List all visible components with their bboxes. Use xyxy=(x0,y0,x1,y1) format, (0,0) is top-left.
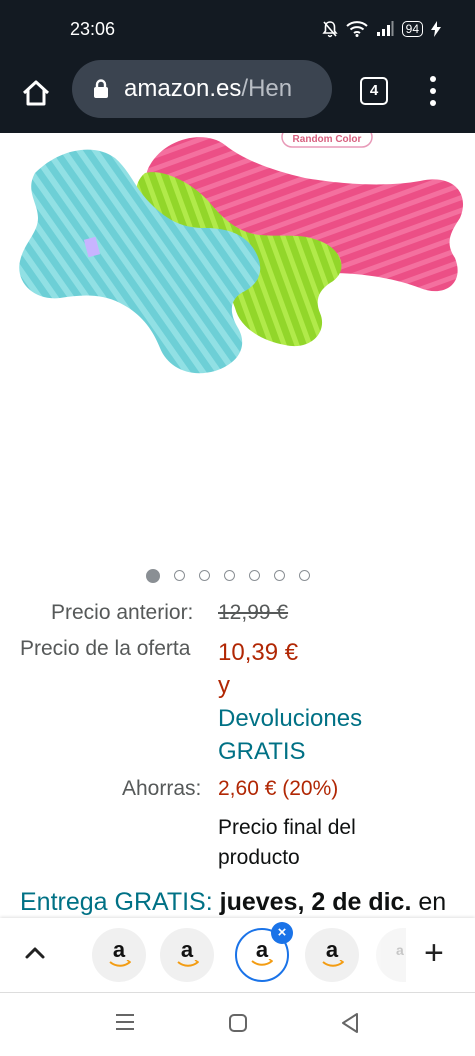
free-returns-link-line1[interactable]: Devoluciones xyxy=(218,702,362,735)
home-square-icon[interactable] xyxy=(228,1013,248,1033)
chevron-up-icon[interactable] xyxy=(24,946,46,960)
mute-bell-icon xyxy=(322,21,338,38)
tab-strip: a a a × a a + xyxy=(0,918,475,993)
deal-price-value: 10,39 € xyxy=(218,639,299,666)
carousel-dot[interactable] xyxy=(274,570,285,581)
amazon-smile-icon xyxy=(177,960,199,967)
browser-toolbar: amazon.es/Hen 4 xyxy=(0,60,475,133)
status-bar: 23:06 94 xyxy=(0,0,475,60)
recents-menu-icon[interactable] xyxy=(114,1013,136,1031)
delivery-info: Entrega GRATIS: jueves, 2 de dic. en xyxy=(20,888,446,917)
savings-label: Ahorras: xyxy=(122,777,202,800)
and-text: y xyxy=(218,672,230,699)
final-price-note-line1: Precio final del xyxy=(218,816,356,839)
tab-thumbnail[interactable]: a xyxy=(305,928,359,982)
battery-level: 94 xyxy=(401,21,423,37)
home-icon[interactable] xyxy=(18,75,54,111)
free-delivery-link[interactable]: Entrega GRATIS: xyxy=(20,888,213,916)
amazon-smile-icon xyxy=(322,960,344,967)
product-image[interactable]: Random Color xyxy=(0,126,475,563)
amazon-smile-icon xyxy=(251,959,273,966)
carousel-dot[interactable] xyxy=(224,570,235,581)
dog-toy-bones-image: Random Color xyxy=(19,126,464,374)
system-nav-bar xyxy=(0,993,475,1056)
delivery-suffix: en xyxy=(411,888,447,916)
tab-switcher-button[interactable]: 4 xyxy=(360,77,388,105)
final-price-note-line2: producto xyxy=(218,846,300,869)
deal-price-block: 10,39 € y Devoluciones GRATIS xyxy=(218,636,362,768)
charging-bolt-icon xyxy=(431,21,441,37)
tab-thumbnail[interactable]: a xyxy=(92,928,146,982)
tab-letter: a xyxy=(396,942,404,958)
status-icons: 94 xyxy=(322,20,441,38)
new-tab-icon[interactable]: + xyxy=(424,936,444,970)
tab-thumbnail-partial[interactable]: a xyxy=(376,928,406,982)
status-time: 23:06 xyxy=(70,19,116,39)
address-bar[interactable]: amazon.es/Hen xyxy=(72,60,332,118)
savings-value: 2,60 € (20%) xyxy=(218,777,339,800)
savings-label-wrap: Ahorras: xyxy=(122,777,201,801)
previous-price-value-wrap: 12,99 € xyxy=(218,601,288,625)
carousel-dot-active[interactable] xyxy=(146,569,160,583)
overflow-menu-icon[interactable] xyxy=(424,74,442,108)
lock-icon xyxy=(94,79,108,98)
url-domain: amazon.es xyxy=(124,75,242,102)
carousel-dot[interactable] xyxy=(249,570,260,581)
url-path: /Hen xyxy=(241,75,293,102)
carousel-dot[interactable] xyxy=(199,570,210,581)
free-returns-link-line2[interactable]: GRATIS xyxy=(218,735,362,768)
signal-icon xyxy=(376,21,394,36)
deal-price-label: Precio de la oferta xyxy=(20,637,191,660)
watermark-text: Random Color xyxy=(293,134,362,145)
previous-price-value: 12,99 € xyxy=(218,601,289,624)
deal-price-label-wrap: Precio de la oferta xyxy=(20,637,190,661)
back-triangle-icon[interactable] xyxy=(340,1012,360,1034)
delivery-date: jueves, 2 de dic. xyxy=(219,888,412,916)
savings-value-wrap: 2,60 € (20%) xyxy=(218,777,338,801)
url-text: amazon.es/Hen xyxy=(124,75,292,103)
final-price-note: Precio final del producto xyxy=(218,813,356,873)
tab-thumbnail-active[interactable]: a × xyxy=(235,922,293,982)
previous-price-label: Precio anterior: xyxy=(51,601,194,624)
image-carousel-dots[interactable] xyxy=(146,569,310,583)
close-tab-icon[interactable]: × xyxy=(271,922,293,944)
amazon-smile-icon xyxy=(109,960,131,967)
carousel-dot[interactable] xyxy=(174,570,185,581)
wifi-icon xyxy=(345,21,368,37)
carousel-dot[interactable] xyxy=(299,570,310,581)
tab-thumbnail[interactable]: a xyxy=(160,928,214,982)
previous-price-row: Precio anterior: xyxy=(51,601,193,625)
